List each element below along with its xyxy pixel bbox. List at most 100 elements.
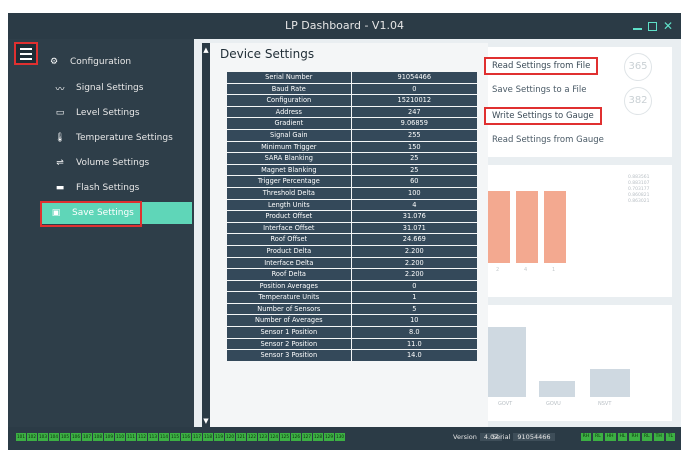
- table-row: Sensor 1 Position 8.0: [227, 327, 477, 338]
- sensor-indicator: 110: [115, 433, 125, 441]
- table-row: Sensor 3 Position 14.0: [227, 350, 477, 361]
- status-bar: 101 102 103 104 105 106 107 108 109 110 111 112 113 1…: [8, 427, 681, 450]
- setting-name: Temperature Units: [227, 292, 351, 303]
- setting-name: Baud Rate: [227, 83, 351, 95]
- sensor-indicator: 128: [313, 433, 323, 441]
- gauge-chip: 382: [624, 87, 652, 115]
- column-block: [484, 327, 526, 397]
- table-row: Temperature Units 1: [227, 292, 477, 303]
- sidebar-item-label: Signal Settings: [76, 83, 144, 93]
- table-row: Length Units 4: [227, 199, 477, 211]
- minimize-icon[interactable]: [632, 23, 642, 30]
- setting-value: 1: [351, 292, 477, 303]
- sensor-indicator: 108: [93, 433, 103, 441]
- setting-name: Trigger Percentage: [227, 176, 351, 187]
- alarm-flag: TL: [665, 433, 675, 441]
- table-row: Baud Rate 0: [227, 83, 477, 95]
- setting-name: Product Delta: [227, 245, 351, 257]
- table-row: Threshold Delta 100: [227, 187, 477, 199]
- setting-name: Number of Sensors: [227, 303, 351, 315]
- table-row: Product Offset 31.076: [227, 211, 477, 222]
- sidebar-item-label: Flash Settings: [76, 183, 140, 193]
- read-settings-from-file-button[interactable]: Read Settings from File: [484, 57, 599, 75]
- table-row: Sensor 2 Position 11.0: [227, 338, 477, 350]
- alarm-flag: RL: [593, 433, 603, 441]
- sensor-indicator: 117: [192, 433, 202, 441]
- sidebar: ⚙ Configuration 〰 Signal Settings ▭ Leve…: [8, 39, 194, 427]
- setting-name: Magnet Blanking: [227, 164, 351, 176]
- sensor-indicator: 127: [302, 433, 312, 441]
- sensor-indicator: 113: [148, 433, 158, 441]
- column-label: GOVT: [498, 401, 513, 407]
- alarm-flag: RL: [641, 433, 652, 441]
- table-row: Gradient 9.06859: [227, 118, 477, 129]
- setting-value: 255: [351, 129, 477, 141]
- save-settings-to-file-button[interactable]: Save Settings to a File: [484, 83, 595, 97]
- sensor-indicator: 111: [126, 433, 136, 441]
- column-label: NSVT: [598, 401, 612, 407]
- setting-name: Minimum Trigger: [227, 141, 351, 153]
- setting-value: 5: [351, 303, 477, 315]
- sidebar-item-label: Level Settings: [76, 108, 140, 118]
- table-row: Signal Gain 255: [227, 129, 477, 141]
- setting-value: 60: [351, 176, 477, 187]
- level-icon: ▭: [55, 108, 65, 118]
- device-settings-panel: ▲ Device Settings Serial Number 91054466 B…: [202, 43, 488, 428]
- close-icon[interactable]: ✕: [663, 20, 673, 32]
- column-block: [590, 369, 630, 397]
- serial-value: 91054466: [513, 433, 555, 441]
- bar-label: 4: [524, 267, 528, 273]
- chart-bar: [544, 191, 566, 263]
- sidebar-item-flash-settings[interactable]: ▬ Flash Settings: [54, 177, 188, 199]
- alarm-flag: HL: [617, 433, 628, 441]
- sensor-indicator: 103: [38, 433, 48, 441]
- column-label: GOVU: [546, 401, 561, 407]
- sensor-indicator: 119: [214, 433, 224, 441]
- table-row: Configuration 15210012: [227, 95, 477, 106]
- gear-icon: ⚙: [49, 57, 59, 67]
- scroll-down-icon[interactable]: ▼: [202, 416, 210, 426]
- serial-display: Serial 91054466: [492, 433, 555, 441]
- scroll-up-icon[interactable]: ▲: [202, 45, 210, 55]
- sidebar-item-temperature-settings[interactable]: 🌡︎ Temperature Settings: [54, 127, 188, 149]
- chart-bar: [516, 191, 538, 263]
- sensor-indicator: 102: [27, 433, 37, 441]
- table-row: Serial Number 91054466: [227, 72, 477, 83]
- menu-icon[interactable]: [14, 42, 38, 65]
- sidebar-item-label: Volume Settings: [76, 158, 150, 168]
- setting-name: Interface Delta: [227, 257, 351, 269]
- setting-name: Signal Gain: [227, 129, 351, 141]
- setting-name: Threshold Delta: [227, 187, 351, 199]
- sensor-indicator: 112: [137, 433, 147, 441]
- read-settings-from-gauge-button[interactable]: Read Settings from Gauge: [484, 133, 612, 147]
- setting-value: 100: [351, 187, 477, 199]
- alarm-flag: TH: [653, 433, 664, 441]
- signal-icon: 〰: [55, 84, 65, 95]
- app-window: LP Dashboard - V1.04 ✕ ⚙ Configuration 〰…: [8, 13, 681, 450]
- sensor-indicator: 120: [225, 433, 235, 441]
- setting-name: Gradient: [227, 118, 351, 129]
- table-row: Minimum Trigger 150: [227, 141, 477, 153]
- setting-value: 2.200: [351, 269, 477, 280]
- volume-icon: ⇌: [56, 158, 64, 168]
- legend-entry: 0.863021: [628, 199, 650, 204]
- column-block: [539, 381, 575, 397]
- setting-value: 25: [351, 164, 477, 176]
- write-settings-to-gauge-button[interactable]: Write Settings to Gauge: [484, 107, 602, 125]
- sidebar-item-signal-settings[interactable]: 〰 Signal Settings: [54, 77, 188, 99]
- sidebar-item-level-settings[interactable]: ▭ Level Settings: [54, 102, 188, 124]
- setting-value: 91054466: [351, 72, 477, 83]
- setting-value: 247: [351, 106, 477, 118]
- sidebar-item-label: Temperature Settings: [76, 133, 173, 143]
- setting-name: Number of Averages: [227, 315, 351, 327]
- sensor-indicator: 116: [181, 433, 191, 441]
- setting-name: Length Units: [227, 199, 351, 211]
- sensor-indicator: 107: [82, 433, 92, 441]
- sidebar-item-configuration[interactable]: ⚙ Configuration: [48, 51, 188, 73]
- setting-name: SARA Blanking: [227, 153, 351, 164]
- setting-name: Interface Offset: [227, 222, 351, 234]
- maximize-icon[interactable]: [647, 21, 657, 31]
- panel-title: Device Settings: [220, 47, 315, 61]
- table-row: Magnet Blanking 25: [227, 164, 477, 176]
- sidebar-item-volume-settings[interactable]: ⇌ Volume Settings: [54, 152, 188, 174]
